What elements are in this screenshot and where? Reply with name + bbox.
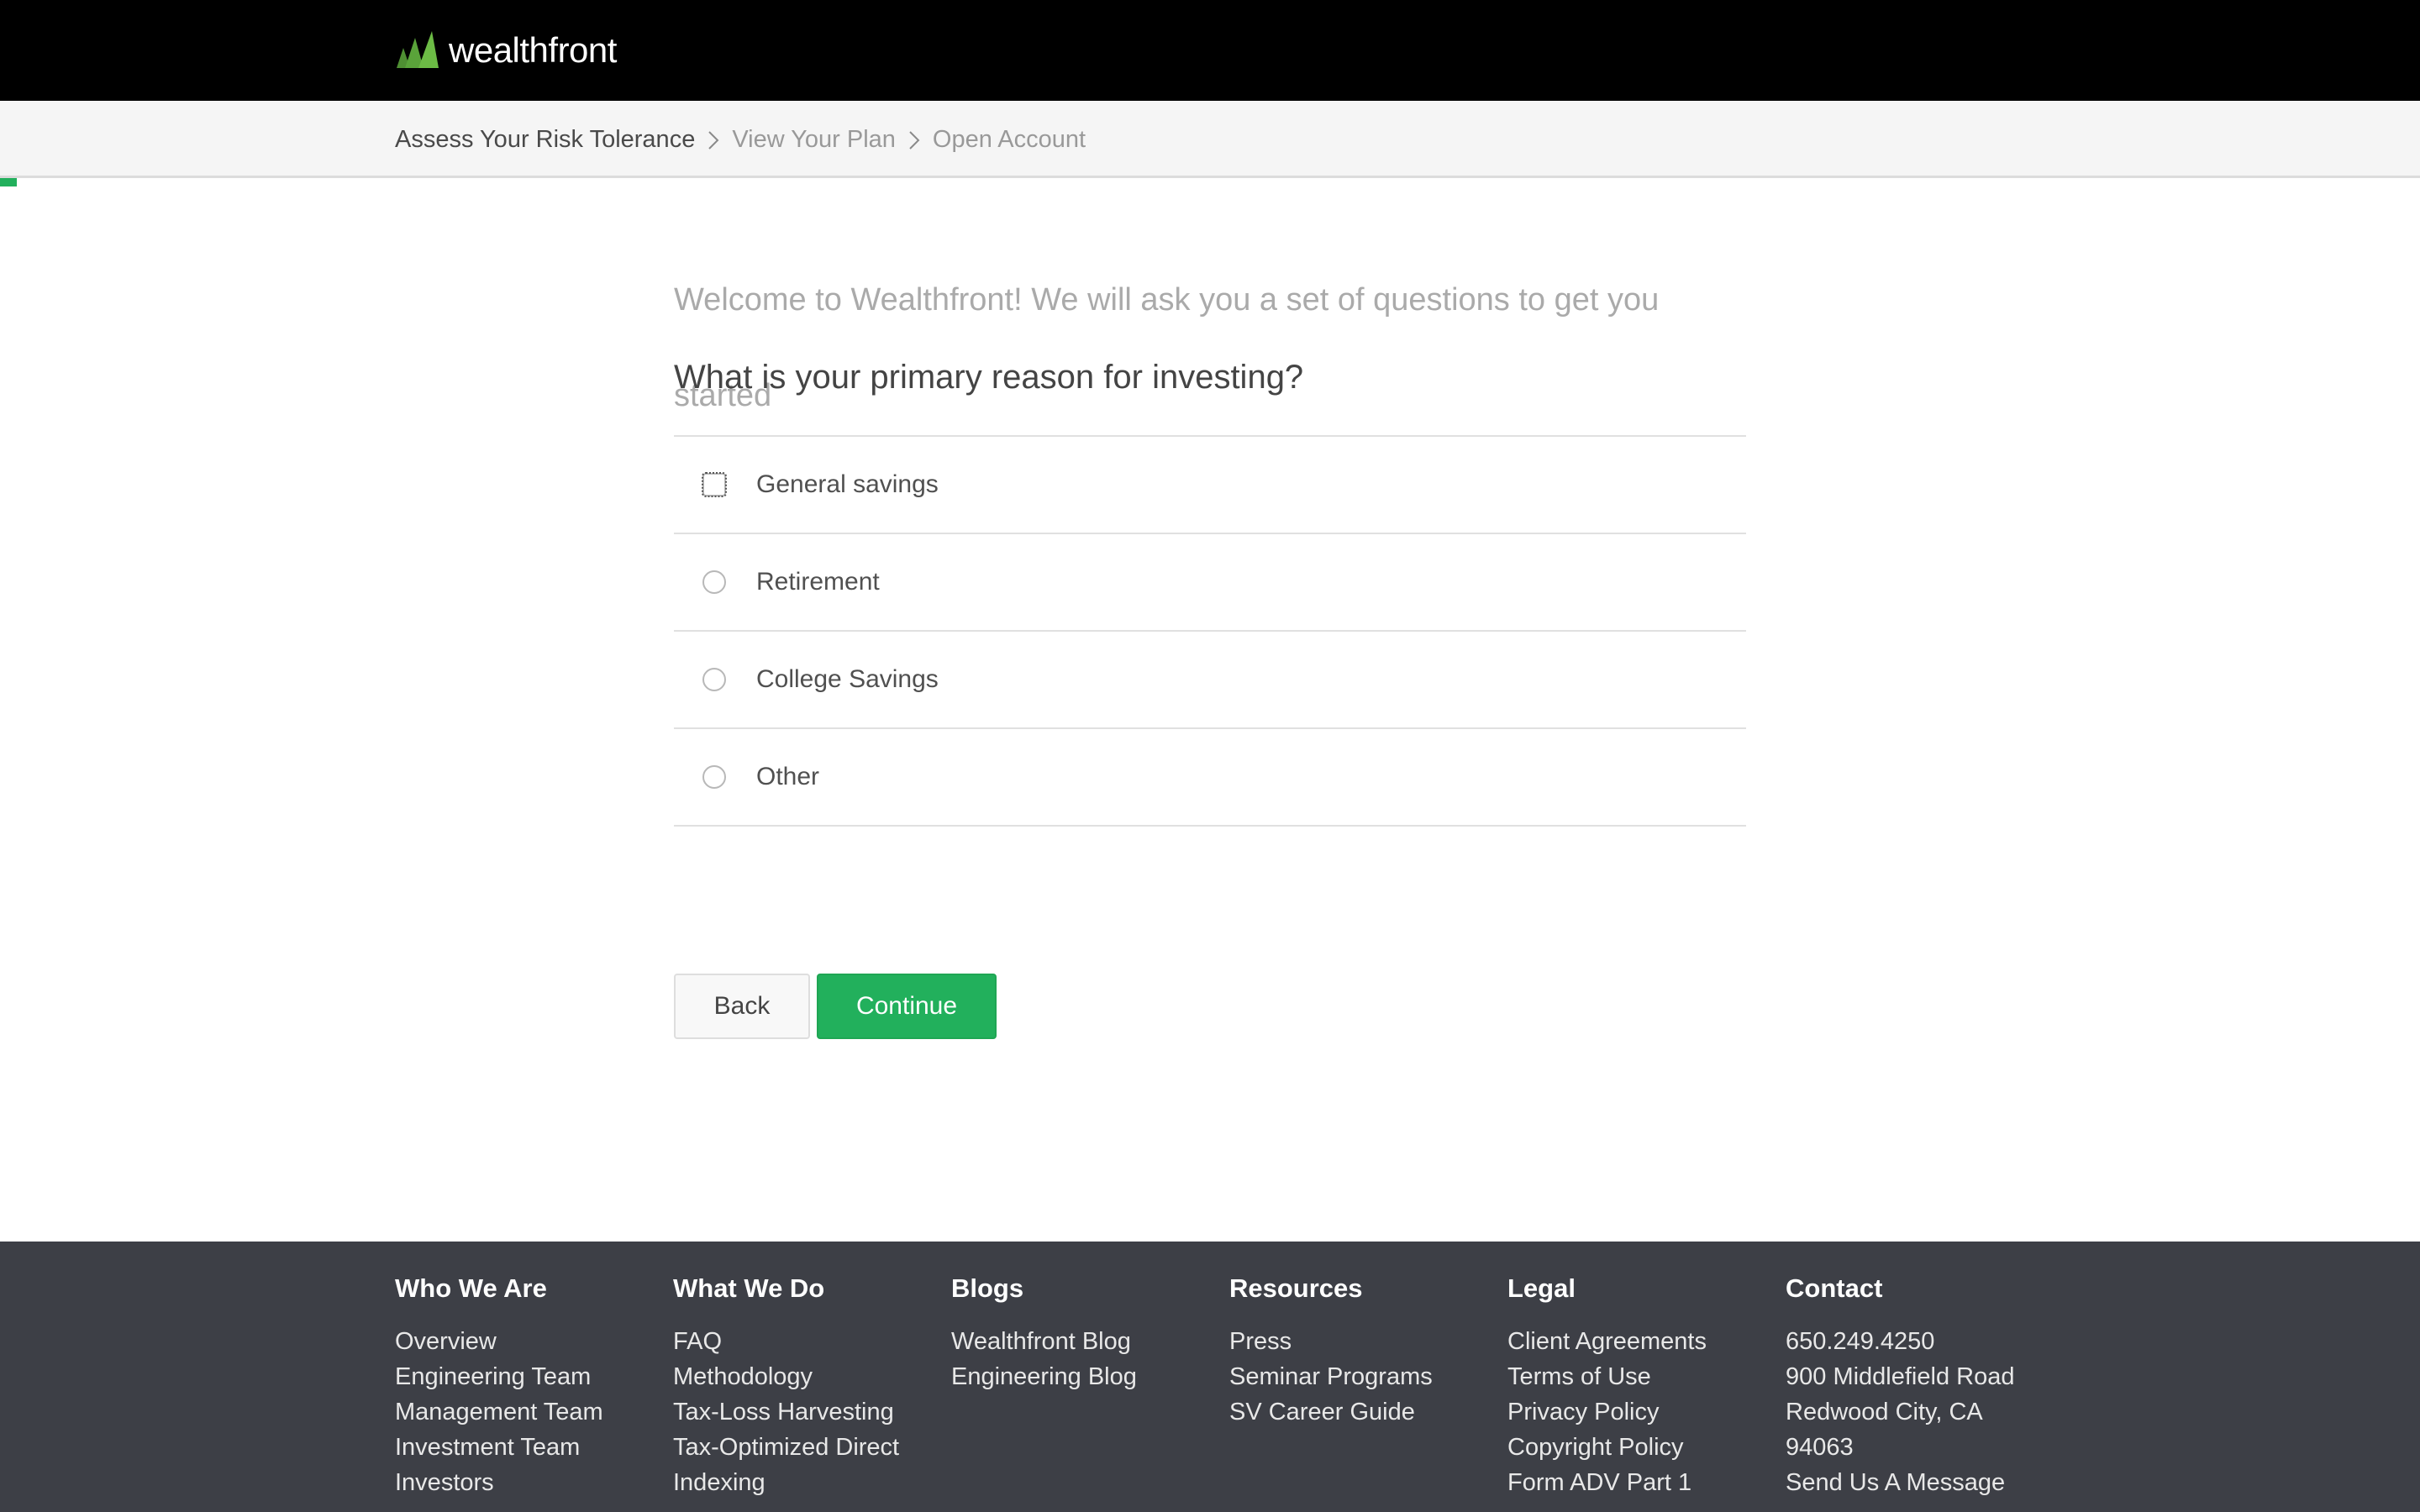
option-retirement[interactable]: Retirement: [674, 534, 1746, 632]
option-general-savings[interactable]: General savings: [674, 437, 1746, 534]
footer-link-investment-team[interactable]: Investment Team: [395, 1430, 673, 1465]
contact-phone[interactable]: 650.249.4250: [1786, 1324, 2064, 1359]
wealthfront-logo[interactable]: wealthfront: [395, 27, 617, 74]
footer-column-resources: Resources Press Seminar Programs SV Care…: [1229, 1272, 1507, 1500]
breadcrumb-item-view-plan: View Your Plan: [732, 125, 896, 153]
footer-column-what-we-do: What We Do FAQ Methodology Tax-Loss Harv…: [673, 1272, 951, 1500]
footer-column-blogs: Blogs Wealthfront Blog Engineering Blog: [951, 1272, 1229, 1500]
footer-link-investors[interactable]: Investors: [395, 1465, 673, 1500]
footer-link-wealthfront-blog[interactable]: Wealthfront Blog: [951, 1324, 1229, 1359]
option-label: General savings: [756, 470, 939, 498]
footer-link-indexing[interactable]: Indexing: [673, 1465, 951, 1500]
contact-address-line1: 900 Middlefield Road: [1786, 1363, 2015, 1390]
breadcrumb-item-open-account: Open Account: [932, 125, 1086, 153]
welcome-message: Welcome to Wealthfront! We will ask you …: [674, 282, 1660, 413]
option-label: Other: [756, 763, 820, 790]
continue-button[interactable]: Continue: [817, 974, 997, 1039]
breadcrumb-bar: Assess Your Risk Tolerance View Your Pla…: [0, 101, 2420, 178]
footer-link-terms-of-use[interactable]: Terms of Use: [1507, 1359, 1786, 1394]
footer-link-seminar-programs[interactable]: Seminar Programs: [1229, 1359, 1507, 1394]
footer-link-tax-optimized-direct[interactable]: Tax-Optimized Direct: [673, 1430, 951, 1465]
radio-button[interactable]: [702, 472, 727, 497]
footer-link-privacy-policy[interactable]: Privacy Policy: [1507, 1394, 1786, 1430]
option-college-savings[interactable]: College Savings: [674, 632, 1746, 729]
footer-link-sv-career-guide[interactable]: SV Career Guide: [1229, 1394, 1507, 1430]
option-label: College Savings: [756, 665, 939, 693]
footer-link-faq[interactable]: FAQ: [673, 1324, 951, 1359]
footer-heading: Contact: [1786, 1273, 1883, 1303]
site-footer: Who We Are Overview Engineering Team Man…: [0, 1242, 2420, 1512]
wealthfront-logo-icon: [395, 29, 440, 71]
footer-link-form-adv[interactable]: Form ADV Part 1: [1507, 1465, 1786, 1500]
radio-button[interactable]: [702, 765, 726, 789]
breadcrumb: Assess Your Risk Tolerance View Your Pla…: [395, 101, 1086, 178]
breadcrumb-item-assess-risk[interactable]: Assess Your Risk Tolerance: [395, 126, 695, 154]
contact-address-line3: 94063: [1786, 1434, 1854, 1461]
footer-link-tax-loss-harvesting[interactable]: Tax-Loss Harvesting: [673, 1394, 951, 1430]
footer-link-methodology[interactable]: Methodology: [673, 1359, 951, 1394]
footer-link-send-message[interactable]: Send Us A Message: [1786, 1465, 2064, 1500]
footer-link-management-team[interactable]: Management Team: [395, 1394, 673, 1430]
footer-heading: Resources: [1229, 1273, 1363, 1303]
form-actions: Back Continue: [674, 974, 997, 1039]
footer-heading: Who We Are: [395, 1273, 547, 1303]
radio-button[interactable]: [702, 668, 726, 691]
footer-column-who-we-are: Who We Are Overview Engineering Team Man…: [395, 1272, 673, 1500]
top-header: wealthfront: [0, 0, 2420, 101]
progress-bar: [0, 178, 17, 186]
footer-link-client-agreements[interactable]: Client Agreements: [1507, 1324, 1786, 1359]
footer-link-overview[interactable]: Overview: [395, 1324, 673, 1359]
footer-link-engineering-team[interactable]: Engineering Team: [395, 1359, 673, 1394]
footer-link-press[interactable]: Press: [1229, 1324, 1507, 1359]
chevron-right-icon: [896, 126, 933, 154]
radio-button[interactable]: [702, 570, 726, 594]
footer-heading: Blogs: [951, 1273, 1024, 1303]
back-button[interactable]: Back: [674, 974, 810, 1039]
chevron-right-icon: [695, 126, 732, 154]
footer-link-copyright-policy[interactable]: Copyright Policy: [1507, 1430, 1786, 1465]
footer-column-contact: Contact 650.249.4250 900 Middlefield Roa…: [1786, 1272, 2064, 1500]
logo-wordmark: wealthfront: [449, 30, 617, 70]
contact-address-line2: Redwood City, CA: [1786, 1399, 1983, 1425]
footer-link-engineering-blog[interactable]: Engineering Blog: [951, 1359, 1229, 1394]
option-other[interactable]: Other: [674, 729, 1746, 827]
survey-panel: Welcome to Wealthfront! We will ask you …: [674, 252, 1746, 827]
footer-heading: Legal: [1507, 1273, 1576, 1303]
footer-column-legal: Legal Client Agreements Terms of Use Pri…: [1507, 1272, 1786, 1500]
question-title: What is your primary reason for investin…: [674, 348, 1746, 437]
option-label: Retirement: [756, 568, 880, 596]
footer-heading: What We Do: [673, 1273, 825, 1303]
